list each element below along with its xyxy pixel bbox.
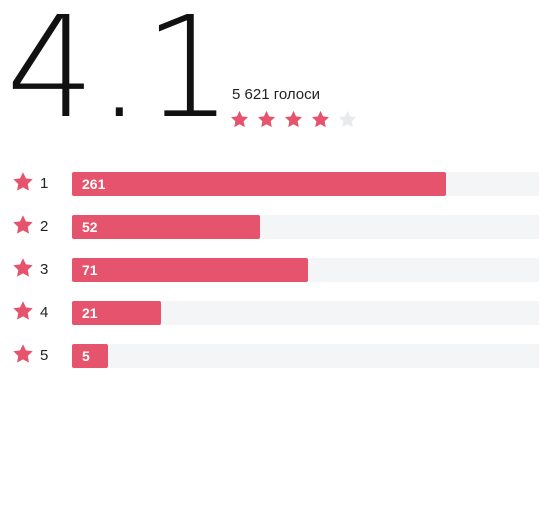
rating-row-2: 2 52 [0,213,560,239]
rating-row-5: 5 5 [0,342,560,368]
star-icon [13,301,33,320]
rating-row-3: 3 71 [0,256,560,282]
rating-row-1: 1 261 [0,170,560,196]
star-icon [258,110,275,128]
rating-bar-fill: 52 [72,215,260,239]
rating-bar-track: 261 [72,172,539,196]
rating-count: 261 [82,176,106,192]
star-icon [231,110,248,128]
star-level-label: 4 [40,304,49,321]
star-icon [13,344,33,363]
star-level-label: 2 [40,218,49,235]
average-score: 4.1 [6,0,235,150]
star-icon [312,110,329,128]
star-icon [13,172,33,191]
star-icon [13,215,33,234]
star-icon [13,258,33,277]
rating-summary: 4.1 5 621 голоси [0,0,560,150]
star-level-label: 5 [40,347,49,364]
rating-count: 5 [82,348,90,364]
star-level-label: 1 [40,175,49,192]
star-icon [339,110,356,128]
votes-count: 5 621 голоси [232,86,321,103]
rating-count: 21 [82,305,98,321]
average-stars [229,109,358,130]
rating-row-4: 4 21 [0,299,560,325]
rating-bar-track: 71 [72,258,539,282]
rating-bar-fill: 5 [72,344,108,368]
rating-count: 52 [82,219,98,235]
rating-bar-track: 5 [72,344,539,368]
rating-bar-fill: 261 [72,172,446,196]
rating-count: 71 [82,262,98,278]
rating-bar-track: 52 [72,215,539,239]
star-level-label: 3 [40,261,49,278]
rating-bar-fill: 71 [72,258,308,282]
rating-bar-track: 21 [72,301,539,325]
rating-bar-fill: 21 [72,301,161,325]
star-icon [285,110,302,128]
